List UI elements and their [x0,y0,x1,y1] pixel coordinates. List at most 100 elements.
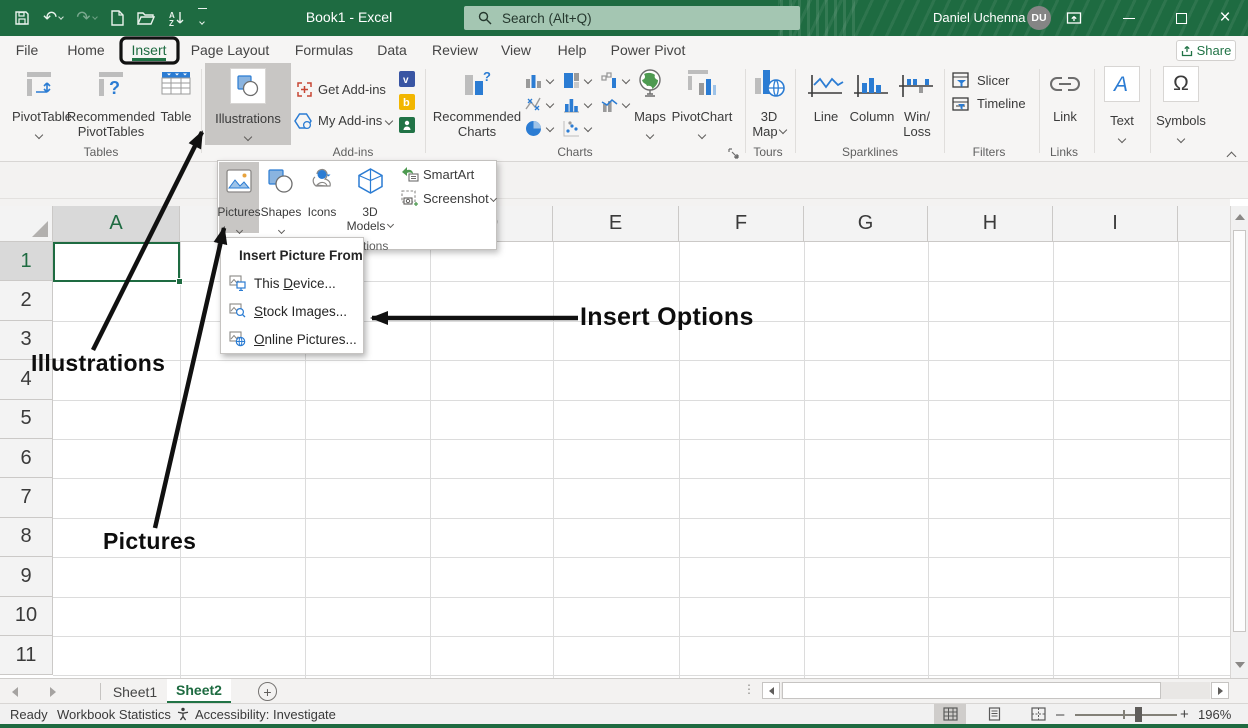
tab-page-layout[interactable]: Page Layout [190,36,270,63]
column-header-H[interactable]: H [928,206,1053,242]
table-button[interactable]: Table [155,65,197,143]
row-header-9[interactable]: 9 [0,557,53,596]
recommended-pivottables-button[interactable]: ? Recommended PivotTables [70,65,152,143]
sparkline-line-button[interactable]: Line [804,65,848,143]
column-header-A[interactable]: A [53,206,180,242]
sort-az-icon[interactable]: AZ [168,10,185,27]
pie-chart-icon[interactable] [525,120,542,142]
scatter-chart-icon[interactable] [563,120,580,142]
column-header-G[interactable]: G [804,206,928,242]
pivottable-button[interactable]: PivotTable [12,65,66,143]
avatar[interactable]: DU [1027,6,1051,30]
people-graph-addin-icon[interactable] [399,117,415,138]
bing-addin-icon[interactable]: b [399,94,415,115]
row-header-2[interactable]: 2 [0,281,53,320]
get-add-ins-button[interactable]: Get Add-ins [294,79,394,101]
3d-models-button[interactable]: 3D Models [344,162,396,233]
minimize-button[interactable] [1112,4,1146,32]
tab-view[interactable]: View [496,36,536,63]
column-header-partial[interactable] [1178,206,1230,242]
zoom-level[interactable]: 196% [1198,704,1231,724]
select-all-button[interactable] [0,206,53,242]
combo-chart-icon[interactable] [601,96,618,118]
zoom-out-button[interactable]: – [1056,706,1064,723]
tab-review[interactable]: Review [428,36,482,63]
text-button[interactable]: A Text [1100,63,1144,145]
row-header-1[interactable]: 1 [0,242,53,281]
sheet-tab-sheet1[interactable]: Sheet1 [103,679,167,704]
slicer-button[interactable]: Slicer [952,71,1032,93]
menu-item-this-device[interactable]: This Device... [221,270,363,296]
row-header-8[interactable]: 8 [0,518,53,557]
tab-insert[interactable]: Insert [126,36,172,63]
zoom-slider-thumb[interactable] [1135,707,1142,722]
sparkline-column-button[interactable]: Column [849,65,895,143]
user-name[interactable]: Daniel Uchenna [933,10,1026,25]
ribbon-display-options-icon[interactable] [1066,10,1082,31]
menu-item-online-pictures[interactable]: Online Pictures... [221,326,363,352]
normal-view-button[interactable] [934,704,966,724]
workbook-statistics-button[interactable]: Workbook Statistics [57,704,171,724]
save-icon[interactable] [14,10,30,26]
screenshot-button[interactable]: Screenshot [399,188,495,210]
row-header-7[interactable]: 7 [0,478,53,517]
page-layout-view-button[interactable] [978,704,1010,724]
selected-cell-a1[interactable] [53,242,180,282]
maximize-button[interactable] [1164,4,1198,32]
vertical-scrollbar[interactable] [1230,206,1248,678]
maps-button[interactable]: Maps [632,65,668,143]
column-chart-icon[interactable] [525,72,542,94]
row-header-10[interactable]: 10 [0,597,53,636]
my-add-ins-button[interactable]: My Add-ins [294,110,404,132]
scroll-up-button[interactable] [1231,206,1248,228]
3d-map-button[interactable]: 3D Map [750,65,788,143]
histogram-chart-icon[interactable] [563,96,580,118]
row-header-5[interactable]: 5 [0,400,53,439]
smartart-button[interactable]: SmartArt [399,164,495,186]
zoom-slider-track[interactable] [1075,714,1177,716]
sparkline-winloss-button[interactable]: Win/ Loss [896,65,938,143]
scroll-down-button[interactable] [1231,654,1248,676]
pivotchart-button[interactable]: PivotChart [670,65,734,143]
search-input[interactable]: Search (Alt+Q) [464,6,800,30]
column-header-E[interactable]: E [553,206,679,242]
new-sheet-button[interactable]: + [258,682,277,701]
zoom-in-button[interactable]: + [1180,706,1189,723]
share-button[interactable]: Share [1176,40,1236,61]
icons-button[interactable]: Icons [302,162,342,233]
timeline-button[interactable]: Timeline [952,94,1038,116]
sheet-nav-next-icon[interactable] [50,687,56,697]
sheet-nav-prev-icon[interactable] [12,687,18,697]
vertical-scroll-thumb[interactable] [1233,230,1246,632]
tab-home[interactable]: Home [62,36,110,63]
hierarchy-chart-icon[interactable] [563,72,580,94]
accessibility-status[interactable]: Accessibility: Investigate [176,704,336,724]
tab-help[interactable]: Help [552,36,592,63]
customize-qat-icon[interactable] [198,8,207,29]
waterfall-chart-icon[interactable] [601,72,618,94]
recommended-charts-button[interactable]: ? Recommended Charts [436,65,518,143]
symbols-button[interactable]: Ω Symbols [1156,63,1206,145]
row-header-6[interactable]: 6 [0,439,53,478]
tab-file[interactable]: File [12,36,42,63]
tab-data[interactable]: Data [370,36,414,63]
tab-power-pivot[interactable]: Power Pivot [606,36,690,63]
horizontal-scrollbar[interactable] [781,682,1210,699]
open-folder-icon[interactable] [137,11,155,26]
horizontal-scroll-thumb[interactable] [782,682,1161,699]
hscroll-left-button[interactable] [762,682,780,699]
pictures-button[interactable]: Pictures [219,162,259,233]
visio-addin-icon[interactable]: v [399,71,415,92]
hscroll-right-button[interactable] [1211,682,1229,699]
undo-icon[interactable]: ↶ [43,8,63,28]
sheet-tab-sheet2[interactable]: Sheet2 [167,679,231,704]
illustrations-button[interactable]: Illustrations [205,63,291,145]
row-header-11[interactable]: 11 [0,636,53,675]
shapes-button[interactable]: Shapes [260,162,302,233]
new-file-icon[interactable] [110,10,124,26]
link-button[interactable]: Link [1046,65,1084,143]
close-button[interactable]: × [1208,4,1242,32]
scatter-line-chart-icon[interactable] [525,96,542,118]
column-header-F[interactable]: F [679,206,804,242]
tab-formulas[interactable]: Formulas [292,36,356,63]
